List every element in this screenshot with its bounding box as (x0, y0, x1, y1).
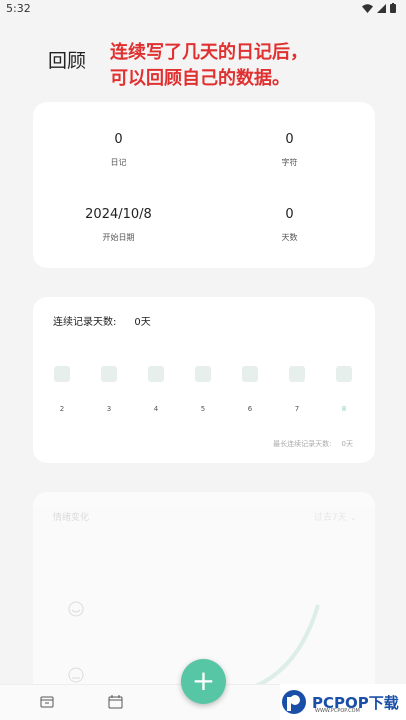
streak-row: 连续记录天数: 0天 (53, 313, 151, 328)
day-box (289, 366, 305, 382)
stat-label: 日记 (110, 158, 127, 167)
archive-icon[interactable] (40, 695, 54, 709)
battery-icon (390, 3, 396, 13)
day-box (242, 366, 258, 382)
max-streak: 最长连续记录天数: 0天 (273, 439, 353, 449)
streak-label: 连续记录天数: (53, 317, 117, 328)
stat-label: 开始日期 (102, 233, 135, 242)
streak-value: 0天 (134, 317, 151, 328)
mood-range-label: 过去7天 (313, 513, 347, 523)
stat-value: 0 (285, 132, 294, 147)
max-streak-value: 0天 (341, 440, 353, 448)
max-streak-label: 最长连续记录天数: (273, 440, 332, 448)
day-label: 7 (294, 405, 300, 413)
pcpop-logo-icon (282, 690, 306, 714)
day-label: 2 (59, 405, 65, 413)
day-label-today: 8 (341, 405, 347, 413)
day-label: 5 (200, 405, 206, 413)
add-entry-button[interactable]: + (181, 659, 226, 704)
stat-days: 0 天数 (204, 207, 375, 243)
day-label: 3 (106, 405, 112, 413)
neutral-face-icon (68, 667, 84, 683)
summary-card: 0 日记 0 字符 2024/10/8 开始日期 0 天数 (33, 102, 375, 268)
day-label: 6 (247, 405, 253, 413)
plus-icon: + (191, 664, 216, 697)
stat-chars: 0 字符 (204, 132, 375, 168)
stat-start-date: 2024/10/8 开始日期 (33, 207, 204, 243)
signal-icon (377, 3, 386, 13)
stat-diary: 0 日记 (33, 132, 204, 168)
day-box (54, 366, 70, 382)
chevron-down-icon: ⌄ (349, 513, 357, 523)
stat-value: 0 (285, 207, 294, 222)
status-time: 5:32 (6, 2, 31, 15)
smile-icon (68, 601, 84, 617)
watermark-url: WWW.PCPOP.COM (315, 708, 360, 714)
calendar-icon[interactable] (108, 694, 123, 709)
mood-range-select[interactable]: 过去7天 ⌄ (314, 510, 357, 523)
status-bar: 5:32 (0, 0, 406, 18)
wifi-icon (362, 3, 373, 13)
page-title: 回顾 (48, 50, 87, 72)
status-icons (362, 3, 396, 13)
day-box (336, 366, 352, 382)
stat-value: 0 (114, 132, 123, 147)
stat-label: 字符 (281, 158, 298, 167)
day-box (148, 366, 164, 382)
day-label: 4 (153, 405, 159, 413)
watermark: PCPOP下载 WWW.PCPOP.COM (280, 684, 406, 720)
day-box (195, 366, 211, 382)
streak-card: 连续记录天数: 0天 2 3 4 5 6 7 8 最长连续记录天数: 0天 (33, 297, 375, 463)
stat-value: 2024/10/8 (85, 207, 152, 222)
annotation-text: 连续写了几天的日记后， 可以回顾自己的数据。 (110, 42, 308, 89)
mood-title: 情绪变化 (53, 513, 90, 523)
stat-label: 天数 (281, 233, 298, 242)
day-box (101, 366, 117, 382)
